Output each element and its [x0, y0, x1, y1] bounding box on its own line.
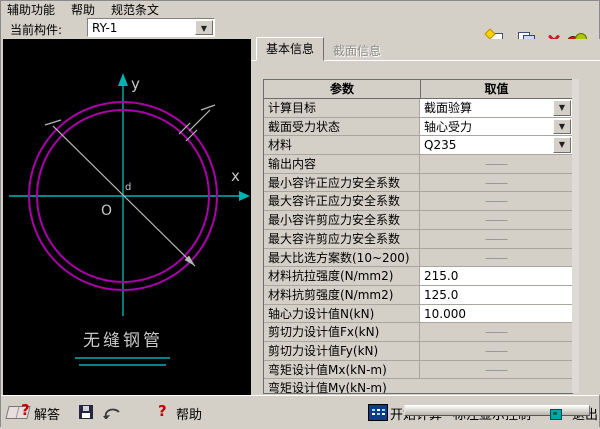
tab-basic-info[interactable]: 基本信息 — [256, 37, 324, 61]
param-label: 剪切力设计值Fy(kN) — [264, 342, 420, 360]
table-row: 剪切力设计值Fy(kN) —— — [264, 342, 572, 361]
section-caption: 无缝钢管 — [83, 331, 163, 351]
param-label: 材料抗拉强度(N/mm2) — [264, 267, 420, 285]
properties-panel: 基本信息 截面信息 参数 取值 计算目标 截面验算 ▼ 截面受力状态 轴心受力 ▼ … — [251, 39, 600, 395]
table-row: 弯矩设计值My(kN-m) — [264, 379, 572, 393]
value-cell: —— — [420, 211, 572, 229]
member-select-value: RY-1 — [92, 21, 117, 35]
app-window: { "menu": { "items": ["辅助功能", "帮助", "规范条… — [0, 0, 600, 427]
menu-item-code-clauses[interactable]: 规范条文 — [111, 3, 159, 17]
param-label: 材料抗剪强度(N/mm2) — [264, 286, 420, 304]
value-cell: —— — [420, 342, 572, 360]
param-label: 弯矩设计值Mx(kN-m) — [264, 361, 420, 379]
toolbar: 当前构件: RY-1 ▼ — [1, 17, 599, 39]
param-label: 最大容许剪应力安全系数 — [264, 230, 420, 248]
help-question-icon: ? — [158, 402, 167, 420]
solution-question-icon: ? — [21, 401, 30, 419]
section-drawing: y x O d 无缝钢管 — [3, 39, 251, 395]
dropdown-arrow-icon[interactable]: ▼ — [553, 119, 571, 135]
menu-item-auxiliary[interactable]: 辅助功能 — [7, 3, 55, 17]
param-header: 参数 — [264, 80, 421, 98]
value-text: 截面验算 — [424, 101, 472, 115]
y-axis-label: y — [131, 75, 140, 93]
table-row: 最小容许剪应力安全系数 —— — [264, 211, 572, 230]
param-label: 输出内容 — [264, 155, 420, 173]
calculator-icon[interactable] — [368, 404, 388, 421]
section-preview-canvas: y x O d 无缝钢管 — [3, 39, 251, 395]
value-header: 取值 — [421, 80, 572, 98]
value-cell: —— — [420, 230, 572, 248]
param-label: 弯矩设计值My(kN-m) — [264, 379, 572, 393]
help-button[interactable]: 帮助 — [176, 404, 202, 423]
menu-item-help[interactable]: 帮助 — [71, 3, 95, 17]
param-label: 剪切力设计值Fx(kN) — [264, 323, 420, 341]
table-row: 截面受力状态 轴心受力 ▼ — [264, 118, 572, 137]
dropdown-arrow-icon[interactable]: ▼ — [553, 137, 571, 153]
param-label: 轴心力设计值N(kN) — [264, 305, 420, 323]
dropdown-arrow-icon[interactable]: ▼ — [553, 100, 571, 116]
value-input[interactable]: 125.0 — [420, 286, 572, 304]
value-cell: —— — [420, 155, 572, 173]
param-label: 最大容许正应力安全系数 — [264, 192, 420, 210]
solve-button[interactable]: 解答 — [34, 404, 60, 423]
origin-label: O — [101, 203, 112, 219]
table-header: 参数 取值 — [264, 80, 572, 99]
member-select[interactable]: RY-1 ▼ — [87, 18, 215, 37]
table-row: 材料 Q235 ▼ — [264, 136, 572, 155]
table-row: 轴心力设计值N(kN) 10.000 — [264, 305, 572, 324]
param-label: 计算目标 — [264, 99, 420, 117]
value-text: 轴心受力 — [424, 120, 472, 134]
param-label: 材料 — [264, 136, 420, 154]
table-row: 输出内容 —— — [264, 155, 572, 174]
bottom-bar: ? 解答 ? 帮助 开始计算 标注显示控制 退出 — [1, 395, 599, 429]
occluding-scrollbar[interactable] — [404, 405, 590, 416]
value-text: Q235 — [424, 138, 456, 152]
param-label: 最小容许正应力安全系数 — [264, 174, 420, 192]
value-cell: —— — [420, 249, 572, 267]
param-label: 最小容许剪应力安全系数 — [264, 211, 420, 229]
param-label: 最大比选方案数(10~200) — [264, 249, 420, 267]
table-row: 最大容许剪应力安全系数 —— — [264, 230, 572, 249]
diameter-dimension — [45, 120, 195, 266]
parameter-table: 参数 取值 计算目标 截面验算 ▼ 截面受力状态 轴心受力 ▼ 材料 Q235 ▼ 输… — [263, 79, 573, 394]
table-row: 最小容许正应力安全系数 —— — [264, 174, 572, 193]
diameter-label: d — [125, 182, 131, 193]
panel-side-strip — [572, 79, 579, 393]
table-row: 计算目标 截面验算 ▼ — [264, 99, 572, 118]
table-row: 最大比选方案数(10~200) —— — [264, 249, 572, 268]
chevron-down-icon[interactable]: ▼ — [195, 20, 213, 35]
table-row: 材料抗拉强度(N/mm2) 215.0 — [264, 267, 572, 286]
undo-icon[interactable] — [102, 405, 122, 419]
table-row: 材料抗剪强度(N/mm2) 125.0 — [264, 286, 572, 305]
tab-strip: 基本信息 截面信息 — [256, 41, 390, 61]
tab-section-info[interactable]: 截面信息 — [324, 40, 390, 62]
value-cell[interactable]: 轴心受力 ▼ — [420, 118, 572, 136]
value-cell: —— — [420, 361, 572, 379]
x-axis-label: x — [231, 167, 240, 185]
value-cell[interactable]: 截面验算 ▼ — [420, 99, 572, 117]
param-label: 截面受力状态 — [264, 118, 420, 136]
value-cell: —— — [420, 192, 572, 210]
value-cell: —— — [420, 323, 572, 341]
save-icon[interactable] — [79, 405, 93, 419]
table-row: 弯矩设计值Mx(kN-m) —— — [264, 361, 572, 380]
current-member-label: 当前构件: — [10, 21, 62, 38]
table-row: 最大容许正应力安全系数 —— — [264, 192, 572, 211]
table-row: 剪切力设计值Fx(kN) —— — [264, 323, 572, 342]
value-input[interactable]: 215.0 — [420, 267, 572, 285]
value-input[interactable]: 10.000 — [420, 305, 572, 323]
display-toggle-icon[interactable] — [550, 409, 562, 420]
value-cell[interactable]: Q235 ▼ — [420, 136, 572, 154]
value-cell: —— — [420, 174, 572, 192]
